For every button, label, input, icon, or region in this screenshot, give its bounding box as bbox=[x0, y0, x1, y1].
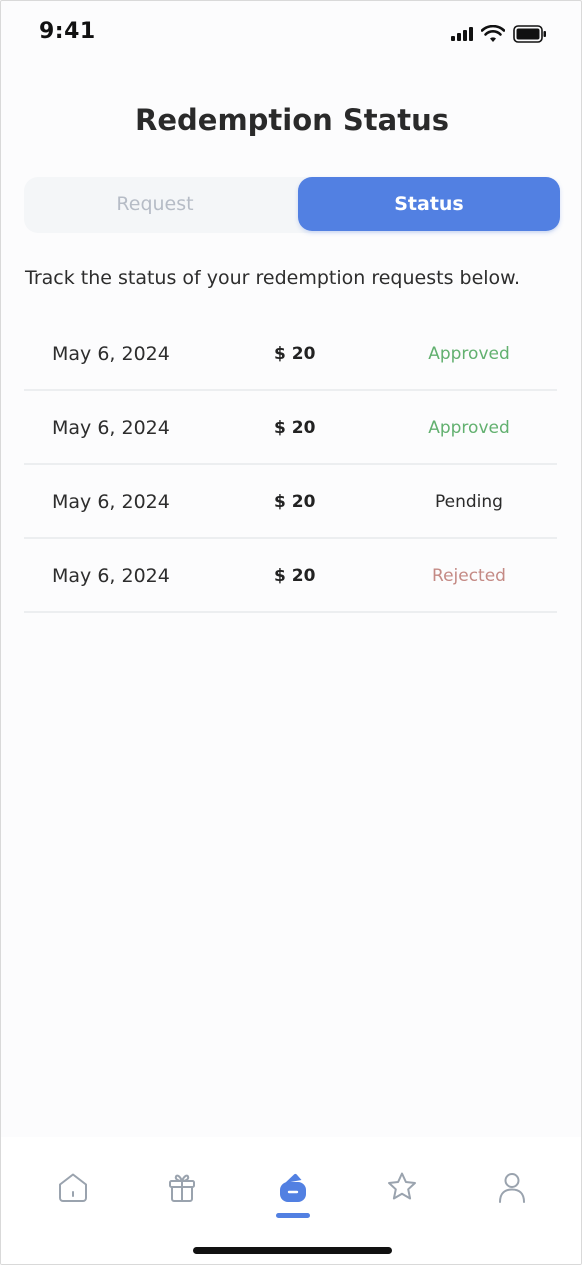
home-icon bbox=[59, 1173, 87, 1202]
active-tab-indicator bbox=[276, 1213, 310, 1218]
status-icons bbox=[451, 25, 547, 43]
list-item: May 6, 2024 $ 20 Rejected bbox=[24, 539, 557, 613]
wallet-icon bbox=[280, 1173, 306, 1202]
request-date: May 6, 2024 bbox=[52, 565, 170, 587]
bottom-tab-bar bbox=[1, 1137, 581, 1264]
tab-profile[interactable] bbox=[490, 1165, 534, 1209]
request-amount: $ 20 bbox=[274, 492, 316, 512]
request-date: May 6, 2024 bbox=[52, 343, 170, 365]
list-item: May 6, 2024 $ 20 Approved bbox=[24, 317, 557, 391]
status-badge: Approved bbox=[428, 344, 510, 364]
user-icon bbox=[499, 1173, 525, 1203]
tab-request[interactable]: Request bbox=[24, 177, 286, 231]
list-item: May 6, 2024 $ 20 Approved bbox=[24, 391, 557, 465]
tab-wallet[interactable] bbox=[271, 1165, 315, 1209]
phone-screen: 9:41 Redemption Status Request Status Tr… bbox=[0, 0, 582, 1265]
page-title: Redemption Status bbox=[135, 103, 449, 137]
status-badge: Rejected bbox=[432, 566, 506, 586]
tab-gift[interactable] bbox=[160, 1165, 204, 1209]
request-date: May 6, 2024 bbox=[52, 417, 170, 439]
tab-favorites[interactable] bbox=[380, 1165, 424, 1209]
request-amount: $ 20 bbox=[274, 418, 316, 438]
redemption-list: May 6, 2024 $ 20 Approved May 6, 2024 $ … bbox=[24, 317, 557, 613]
page-subtitle: Track the status of your redemption requ… bbox=[25, 267, 521, 289]
status-bar: 9:41 bbox=[1, 1, 581, 65]
status-badge: Approved bbox=[428, 418, 510, 438]
home-indicator bbox=[193, 1247, 392, 1254]
battery-icon bbox=[513, 25, 546, 43]
wifi-icon bbox=[481, 25, 505, 42]
status-time: 9:41 bbox=[39, 19, 96, 44]
request-date: May 6, 2024 bbox=[52, 491, 170, 513]
tab-home[interactable] bbox=[51, 1165, 95, 1209]
request-amount: $ 20 bbox=[274, 566, 316, 586]
signal-icon bbox=[451, 27, 473, 41]
star-icon bbox=[388, 1172, 416, 1200]
segmented-control: Request Status bbox=[24, 177, 560, 233]
request-amount: $ 20 bbox=[274, 344, 316, 364]
status-badge: Pending bbox=[435, 492, 503, 512]
tab-status[interactable]: Status bbox=[298, 177, 560, 231]
list-item: May 6, 2024 $ 20 Pending bbox=[24, 465, 557, 539]
gift-icon bbox=[169, 1174, 195, 1202]
